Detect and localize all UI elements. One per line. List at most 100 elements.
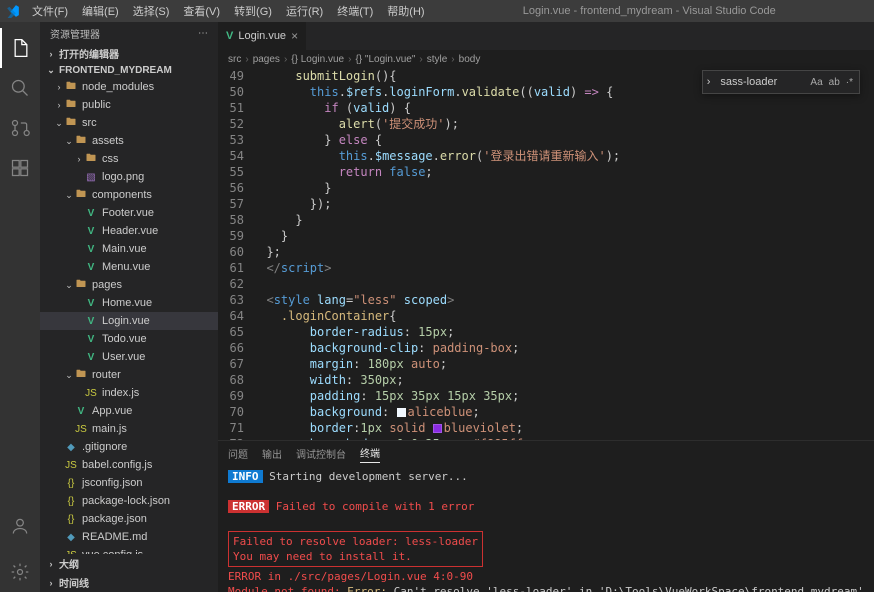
tree-row[interactable]: VMain.vue	[40, 240, 218, 258]
json-icon: {}	[64, 494, 78, 508]
vue-icon: V	[84, 242, 98, 256]
search-opt[interactable]: Aa	[810, 77, 822, 88]
search-tab[interactable]	[0, 68, 40, 108]
tree-row[interactable]: ›🖿css	[40, 150, 218, 168]
vue-icon: V	[84, 296, 98, 310]
tree-row[interactable]: ◆README.md	[40, 528, 218, 546]
chevron-right-icon[interactable]: ›	[703, 76, 715, 88]
tree-row[interactable]: JSmain.js	[40, 420, 218, 438]
tree-row[interactable]: VHome.vue	[40, 294, 218, 312]
outline-section[interactable]: ›大纲	[40, 554, 218, 573]
vue-icon: V	[84, 224, 98, 238]
tree-row[interactable]: VTodo.vue	[40, 330, 218, 348]
explorer-sidebar: 资源管理器⋯ ›打开的编辑器 ⌄FRONTEND_MYDREAM ›🖿node_…	[40, 22, 218, 592]
tree-row[interactable]: ⌄🖿components	[40, 186, 218, 204]
menu-item[interactable]: 运行(R)	[280, 1, 329, 21]
timeline-section[interactable]: ›时间线	[40, 573, 218, 592]
sidebar-title: 资源管理器⋯	[40, 22, 218, 44]
tree-row[interactable]: ◆.gitignore	[40, 438, 218, 456]
editor-tabs: V Login.vue ×	[218, 22, 874, 50]
panel-tab[interactable]: 调试控制台	[296, 444, 346, 463]
activity-bar	[0, 22, 40, 592]
json-icon: {}	[64, 512, 78, 526]
folder-icon: 🖿	[64, 116, 78, 130]
extensions-tab[interactable]	[0, 148, 40, 188]
breadcrumb-item[interactable]: {} Login.vue	[291, 54, 344, 65]
tree-row[interactable]: JSindex.js	[40, 384, 218, 402]
tree-row[interactable]: VHeader.vue	[40, 222, 218, 240]
menu-item[interactable]: 查看(V)	[177, 1, 226, 21]
tree-row[interactable]: VLogin.vue	[40, 312, 218, 330]
generic-icon: ◆	[64, 440, 78, 454]
terminal-output[interactable]: INFO Starting development server... ERRO…	[218, 465, 874, 592]
vue-icon: V	[226, 30, 233, 42]
explorer-tab[interactable]	[0, 28, 40, 68]
tree-row[interactable]: ▧logo.png	[40, 168, 218, 186]
tree-row[interactable]: ›🖿node_modules	[40, 78, 218, 96]
menu-item[interactable]: 帮助(H)	[381, 1, 430, 21]
vue-icon: V	[84, 314, 98, 328]
open-editors-section[interactable]: ›打开的编辑器	[40, 44, 218, 63]
more-icon[interactable]: ⋯	[198, 28, 208, 39]
tree-row[interactable]: JSvue.config.js	[40, 546, 218, 554]
code-lines[interactable]: submitLogin(){ this.$refs.loginForm.vali…	[252, 68, 874, 440]
tree-row[interactable]: VMenu.vue	[40, 258, 218, 276]
generic-icon: ◆	[64, 530, 78, 544]
close-icon[interactable]: ×	[291, 29, 298, 43]
folder-icon: 🖿	[74, 188, 88, 202]
info-badge: INFO	[228, 470, 263, 483]
tree-row[interactable]: JSbabel.config.js	[40, 456, 218, 474]
search-opt[interactable]: ab	[829, 77, 840, 88]
tree-row[interactable]: VApp.vue	[40, 402, 218, 420]
menu-item[interactable]: 终端(T)	[331, 1, 379, 21]
breadcrumb-item[interactable]: body	[459, 54, 481, 65]
accounts-icon[interactable]	[0, 506, 40, 546]
tree-row[interactable]: ⌄🖿router	[40, 366, 218, 384]
menubar: 文件(F)编辑(E)选择(S)查看(V)转到(G)运行(R)终端(T)帮助(H)	[26, 1, 431, 21]
tree-row[interactable]: {}jsconfig.json	[40, 474, 218, 492]
menu-item[interactable]: 选择(S)	[127, 1, 176, 21]
menu-item[interactable]: 转到(G)	[228, 1, 278, 21]
panel-tab[interactable]: 问题	[228, 444, 248, 463]
tree-row[interactable]: VUser.vue	[40, 348, 218, 366]
json-icon: {}	[64, 476, 78, 490]
window-title: Login.vue - frontend_mydream - Visual St…	[431, 5, 868, 17]
gutter: 4950515253545556575859606162636465666768…	[218, 68, 252, 440]
folder-icon: 🖿	[84, 152, 98, 166]
scm-tab[interactable]	[0, 108, 40, 148]
tree-row[interactable]: ›🖿public	[40, 96, 218, 114]
breadcrumb-item[interactable]: pages	[253, 54, 280, 65]
panel-tab[interactable]: 终端	[360, 443, 380, 463]
editor-area: V Login.vue × src›pages›{} Login.vue›{} …	[218, 22, 874, 592]
tab-login-vue[interactable]: V Login.vue ×	[218, 22, 307, 50]
vue-icon: V	[84, 260, 98, 274]
panel-tabs: 问题输出调试控制台终端	[218, 441, 874, 465]
tree-row[interactable]: VFooter.vue	[40, 204, 218, 222]
folder-icon: 🖿	[74, 368, 88, 382]
tree-row[interactable]: ⌄🖿src	[40, 114, 218, 132]
js-icon: JS	[64, 458, 78, 472]
folder-icon: 🖿	[64, 80, 78, 94]
menu-item[interactable]: 文件(F)	[26, 1, 74, 21]
error-badge: ERROR	[228, 500, 269, 513]
settings-icon[interactable]	[0, 552, 40, 592]
project-section[interactable]: ⌄FRONTEND_MYDREAM	[40, 63, 218, 78]
breadcrumb-item[interactable]: {} "Login.vue"	[355, 54, 415, 65]
search-opt[interactable]: ·*	[846, 77, 853, 88]
search-value[interactable]: sass-loader	[714, 76, 804, 88]
vue-icon: V	[84, 350, 98, 364]
breadcrumb-item[interactable]: style	[427, 54, 448, 65]
folder-icon: 🖿	[74, 278, 88, 292]
tree-row[interactable]: ⌄🖿assets	[40, 132, 218, 150]
tree-row[interactable]: {}package.json	[40, 510, 218, 528]
breadcrumb[interactable]: src›pages›{} Login.vue›{} "Login.vue"›st…	[218, 50, 874, 68]
tree-row[interactable]: {}package-lock.json	[40, 492, 218, 510]
folder-icon: 🖿	[74, 134, 88, 148]
menu-item[interactable]: 编辑(E)	[76, 1, 125, 21]
panel-tab[interactable]: 输出	[262, 444, 282, 463]
file-tree: ›🖿node_modules›🖿public⌄🖿src⌄🖿assets›🖿css…	[40, 78, 218, 554]
search-overlay[interactable]: › sass-loader Aaab ·*	[702, 70, 860, 94]
tree-row[interactable]: ⌄🖿pages	[40, 276, 218, 294]
breadcrumb-item[interactable]: src	[228, 54, 241, 65]
code-editor[interactable]: 4950515253545556575859606162636465666768…	[218, 68, 874, 440]
